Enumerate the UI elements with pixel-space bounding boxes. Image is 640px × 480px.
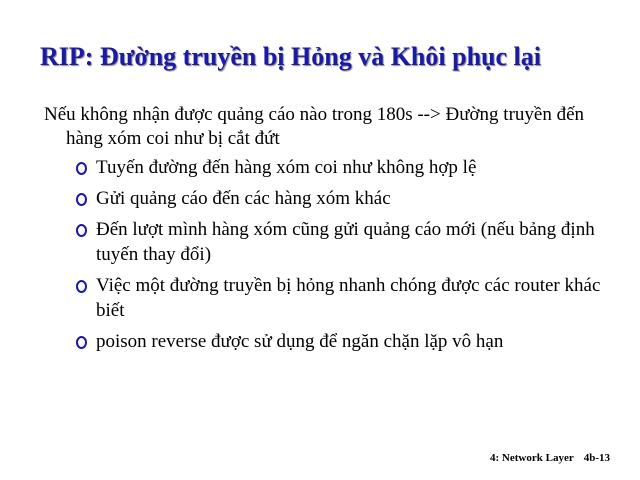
bullet-circle-icon [76,193,87,206]
bullet-item: Đến lượt mình hàng xóm cũng gửi quảng cá… [76,217,604,267]
bullet-circle-icon [76,162,87,175]
footer-chapter: 4: Network Layer [490,452,574,464]
bullet-item: Việc một đường truyền bị hỏng nhanh chón… [76,273,604,323]
bullet-text: Gửi quảng cáo đến các hàng xóm khác [96,188,391,209]
bullet-text: Tuyến đường đến hàng xóm coi như không h… [96,157,477,178]
slide-footer: 4: Network Layer 4b-13 [490,452,610,464]
footer-page-number: 4b-13 [583,452,610,464]
bullet-text: Đến lượt mình hàng xóm cũng gửi quảng cá… [96,219,595,265]
intro-paragraph: Nếu không nhận được quảng cáo nào trong … [44,104,585,149]
slide: RIP: Đường truyền bị Hỏng và Khôi phục l… [0,0,640,480]
bullet-item: Gửi quảng cáo đến các hàng xóm khác [76,186,604,211]
slide-title: RIP: Đường truyền bị Hỏng và Khôi phục l… [40,42,541,71]
bullet-item: poison reverse được sử dụng để ngăn chặn… [76,329,604,354]
bullet-text: poison reverse được sử dụng để ngăn chặn… [96,331,504,352]
bullet-list: Tuyến đường đến hàng xóm coi như không h… [44,155,604,354]
bullet-circle-icon [76,224,87,237]
bullet-circle-icon [76,280,87,293]
bullet-text: Việc một đường truyền bị hỏng nhanh chón… [96,275,601,321]
slide-body: Nếu không nhận được quảng cáo nào trong … [44,103,604,360]
bullet-circle-icon [76,336,87,349]
bullet-item: Tuyến đường đến hàng xóm coi như không h… [76,155,604,180]
